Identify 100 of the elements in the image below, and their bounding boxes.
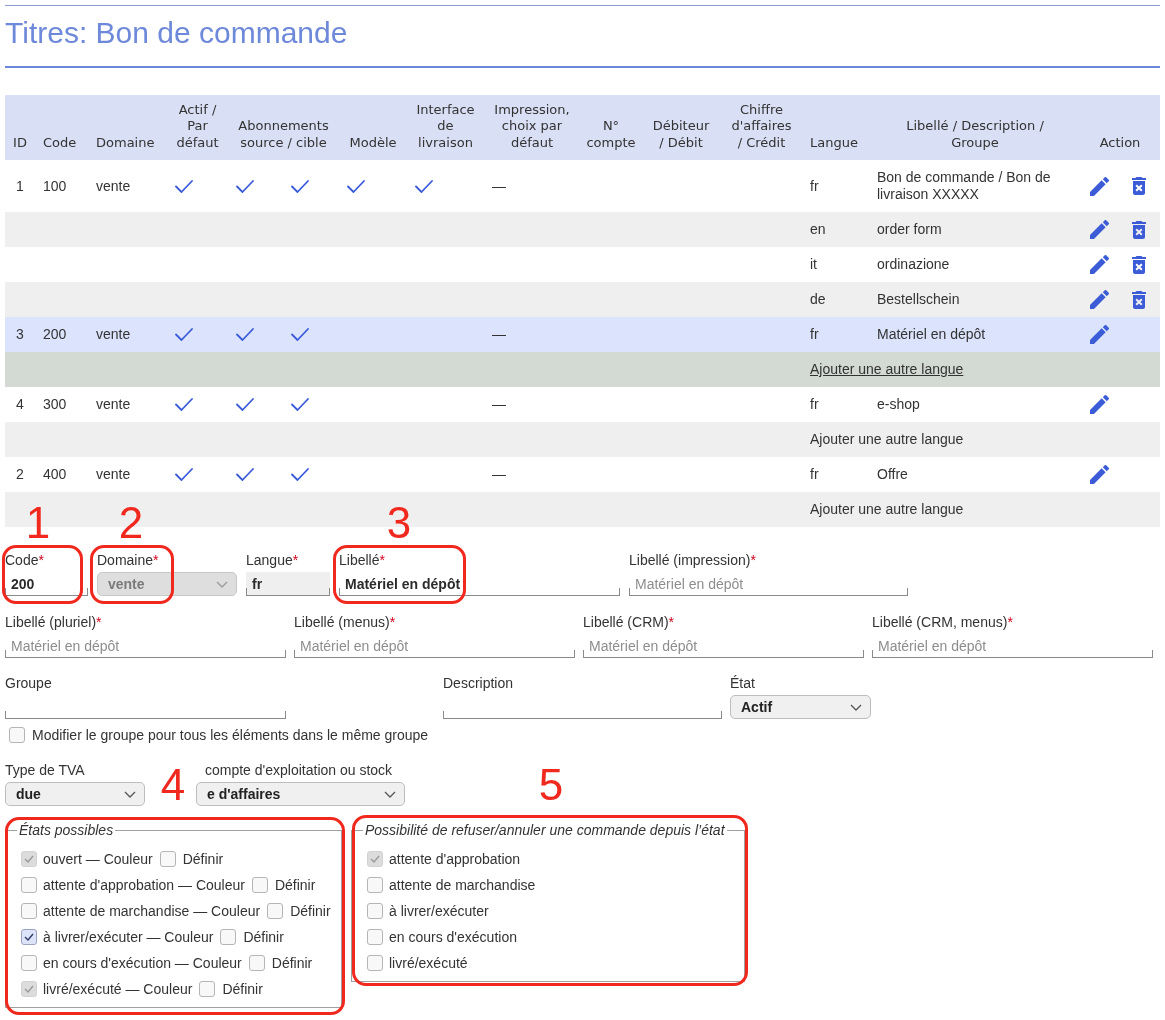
checkbox[interactable] xyxy=(367,929,383,945)
field-label: Type de TVA xyxy=(5,762,85,779)
edit-icon[interactable] xyxy=(1090,290,1109,309)
define-label: Définir xyxy=(182,850,224,868)
checkbox[interactable] xyxy=(251,877,268,893)
chevron-down-icon xyxy=(384,790,396,798)
field-label: Code* xyxy=(5,552,44,569)
table-cell: 100 xyxy=(43,177,67,195)
table-cell: 1 xyxy=(16,177,24,195)
state-label: livré/exécuté xyxy=(389,954,468,972)
state-label: à livrer/exécuter xyxy=(389,902,489,920)
table-cell: Offre xyxy=(877,466,908,483)
add-language-link[interactable]: Ajouter une autre langue xyxy=(810,501,964,517)
edit-icon[interactable] xyxy=(1090,465,1109,484)
column-header: Domaine xyxy=(96,134,155,151)
checkbox[interactable] xyxy=(367,903,383,919)
field-label: Langue* xyxy=(246,552,299,569)
table-cell: vente xyxy=(96,177,131,195)
add-language-link[interactable]: Ajouter une autre langue xyxy=(810,431,964,447)
dropdown[interactable]: e d'affaires xyxy=(196,782,405,806)
field-label: Libellé (CRM, menus)* xyxy=(872,614,1013,631)
field-label: Libellé (menus)* xyxy=(294,614,396,631)
delete-icon[interactable] xyxy=(1132,290,1146,309)
state-label: attente d'approbation — Couleur xyxy=(43,876,245,894)
field-label: compte d'exploitation ou stock xyxy=(205,762,393,779)
state-label: attente d'approbation xyxy=(389,850,521,868)
table-cell: 2 xyxy=(16,466,24,483)
annotation-number: 5 xyxy=(538,767,564,803)
define-label: Définir xyxy=(222,980,263,998)
table-cell: e-shop xyxy=(877,396,920,413)
table-cell: vente xyxy=(96,326,131,343)
checkbox[interactable] xyxy=(21,929,37,945)
edit-icon[interactable] xyxy=(1090,325,1109,344)
table-cell: fr xyxy=(810,177,819,195)
column-header: Action xyxy=(1099,134,1141,151)
table-cell: de xyxy=(810,291,826,308)
table-cell: — xyxy=(492,396,506,413)
table-cell: fr xyxy=(810,396,819,413)
delete-icon[interactable] xyxy=(1132,177,1146,195)
page-title: Titres: Bon de commande xyxy=(5,15,348,51)
checkbox[interactable] xyxy=(21,955,37,971)
dropdown[interactable]: due xyxy=(5,782,145,806)
edit-icon[interactable] xyxy=(1090,255,1109,274)
table-row[interactable]: de Bestellschein xyxy=(5,282,1160,317)
field-label: Libellé (pluriel)* xyxy=(5,614,102,631)
edit-icon[interactable] xyxy=(1090,220,1109,239)
checkbox[interactable] xyxy=(367,877,383,893)
table-row[interactable]: Ajouter une autre langue xyxy=(5,352,1160,387)
field-label: État xyxy=(730,675,755,692)
column-header: Impression, choix par défaut xyxy=(494,101,570,151)
dropdown[interactable]: Actif xyxy=(730,695,871,719)
checkbox[interactable] xyxy=(248,955,265,971)
column-header: Actif / Par défaut xyxy=(176,101,219,151)
table-cell: — xyxy=(492,326,506,343)
table-row[interactable]: 3 200 vente — fr Matériel en dépôt xyxy=(5,317,1160,352)
checkmark-icon xyxy=(24,855,34,863)
column-header: Code xyxy=(43,134,77,151)
add-language-link[interactable]: Ajouter une autre langue xyxy=(810,361,964,377)
table-cell: 300 xyxy=(43,396,67,413)
table-row[interactable]: Ajouter une autre langue xyxy=(5,422,1160,457)
table-cell: vente xyxy=(96,466,131,483)
chevron-down-icon xyxy=(216,580,228,588)
table-cell: — xyxy=(492,177,506,195)
state-label: livré/exécuté — Couleur xyxy=(43,980,193,998)
edit-icon[interactable] xyxy=(1090,176,1109,196)
table-cell: 400 xyxy=(43,466,67,483)
edit-icon[interactable] xyxy=(1090,395,1109,414)
table-cell: it xyxy=(810,256,817,273)
checkbox[interactable] xyxy=(220,929,237,945)
column-header: N° compte xyxy=(586,118,636,151)
table-cell: ordinazione xyxy=(877,256,950,273)
field-label: Libellé (impression)* xyxy=(629,552,756,569)
state-label: à livrer/exécuter — Couleur xyxy=(43,928,214,946)
text-field[interactable]: fr xyxy=(246,572,330,596)
table-cell: Bestellschein xyxy=(877,291,960,308)
define-label: Définir xyxy=(274,876,316,894)
delete-icon[interactable] xyxy=(1132,255,1146,274)
fieldset-legend: États possibles xyxy=(17,823,116,838)
checkmark-icon xyxy=(24,985,34,993)
chevron-down-icon xyxy=(124,790,136,798)
delete-icon[interactable] xyxy=(1132,220,1146,239)
checkbox[interactable] xyxy=(9,727,25,743)
table-cell: order form xyxy=(877,221,942,238)
checkbox[interactable] xyxy=(21,903,37,919)
checkbox[interactable] xyxy=(267,903,284,919)
field-label: Libellé (CRM)* xyxy=(583,614,675,631)
table-row[interactable]: en order form xyxy=(5,212,1160,247)
fieldset-legend: Possibilité de refuser/annuler une commande depuis l’état xyxy=(363,823,727,838)
state-label: attente de marchandise — Couleur xyxy=(43,902,261,920)
column-header: Modèle xyxy=(349,134,397,151)
field-label: Libellé* xyxy=(339,552,385,569)
checkbox[interactable] xyxy=(367,955,383,971)
table-cell: 4 xyxy=(16,396,24,413)
annotation-number: 4 xyxy=(160,767,186,803)
column-header: Débiteur / Débit xyxy=(652,118,710,151)
checkbox[interactable] xyxy=(21,877,37,893)
table-cell: Matériel en dépôt xyxy=(877,326,986,343)
checkmark-icon xyxy=(24,933,34,941)
column-header: Libellé / Description / Groupe xyxy=(906,118,1044,151)
table-cell: 3 xyxy=(16,326,24,343)
